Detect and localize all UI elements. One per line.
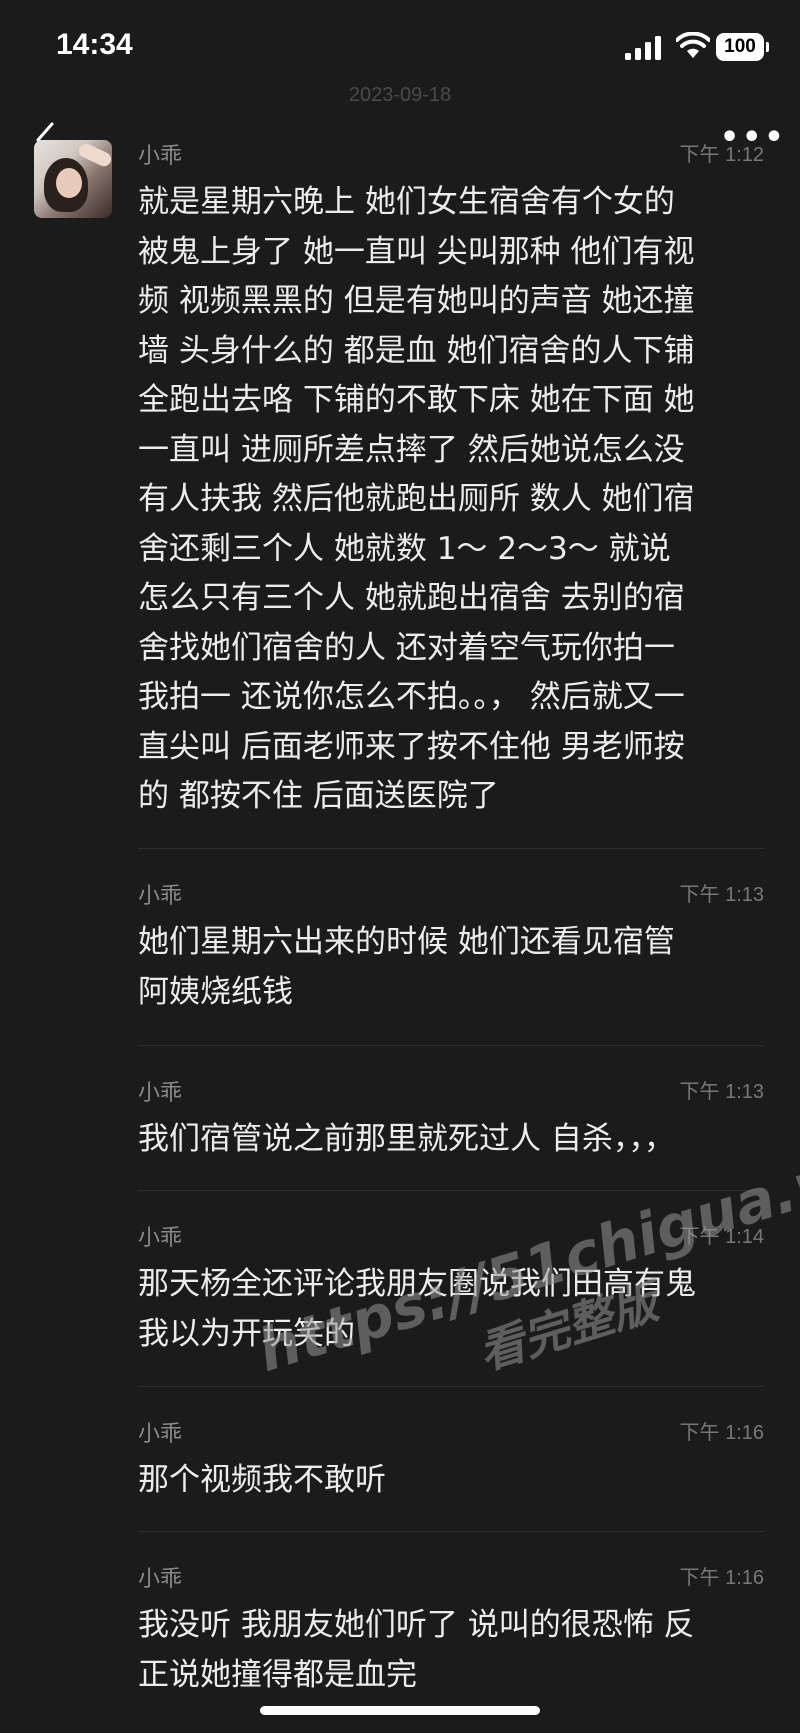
message-time: 下午 1:13 <box>679 884 764 906</box>
message-divider <box>138 1531 764 1532</box>
message-time: 下午 1:16 <box>679 1567 764 1589</box>
message-item: 小乖 下午 1:16 那个视频我不敢听 <box>138 1416 764 1516</box>
message-text: 我们宿管说之前那里就死过人 自杀，，， <box>138 1121 675 1157</box>
date-separator: 2023-09-18 <box>348 84 452 106</box>
avatar[interactable] <box>34 140 112 218</box>
avatar-arm <box>76 141 112 169</box>
message-divider <box>138 848 764 849</box>
battery-cap <box>766 42 769 52</box>
message-divider <box>138 1386 764 1387</box>
battery-icon: 100 <box>716 33 764 61</box>
message-time: 下午 1:13 <box>679 1081 764 1103</box>
message-time: 下午 1:12 <box>679 144 764 166</box>
message-text: 就是星期六晚上 她们女生宿舍有个女的 被鬼上身了 她一直叫 尖叫那种 他们有视 … <box>138 184 695 814</box>
message-divider <box>138 1190 764 1191</box>
message-item: 小乖 下午 1:13 我们宿管说之前那里就死过人 自杀，，， <box>138 1075 764 1175</box>
signal-icon <box>625 36 661 60</box>
wifi-icon <box>676 32 710 58</box>
message-sender[interactable]: 小乖 <box>138 1416 182 1448</box>
message-text: 那天杨全还评论我朋友圈说我们田高有鬼 我以为开玩笑的 <box>138 1266 696 1352</box>
message-item: 小乖 下午 1:14 那天杨全还评论我朋友圈说我们田高有鬼 我以为开玩笑的 <box>138 1220 764 1370</box>
message-item: 小乖 下午 1:13 她们星期六出来的时候 她们还看见宿管 阿姨烧纸钱 <box>138 878 764 1028</box>
message-divider <box>138 1045 764 1046</box>
message-time: 下午 1:14 <box>679 1226 764 1248</box>
message-text: 我没听 我朋友她们听了 说叫的很恐怖 反 正说她撞得都是血完 <box>138 1607 695 1693</box>
avatar-face <box>56 168 82 198</box>
status-time: 14:34 <box>56 28 133 61</box>
message-item: 小乖 下午 1:16 我没听 我朋友她们听了 说叫的很恐怖 反 正说她撞得都是血… <box>138 1561 764 1711</box>
message-time: 下午 1:16 <box>679 1422 764 1444</box>
home-indicator[interactable] <box>260 1706 540 1715</box>
chat-screen: 14:34 100 2023-09-18 ••• 小乖 下午 1:12 就是星期… <box>0 0 800 1733</box>
message-sender[interactable]: 小乖 <box>138 1220 182 1252</box>
message-sender[interactable]: 小乖 <box>138 878 182 910</box>
message-sender[interactable]: 小乖 <box>138 138 182 170</box>
message-text: 她们星期六出来的时候 她们还看见宿管 阿姨烧纸钱 <box>138 924 675 1010</box>
message-text: 那个视频我不敢听 <box>138 1462 386 1498</box>
message-item: 小乖 下午 1:12 就是星期六晚上 她们女生宿舍有个女的 被鬼上身了 她一直叫… <box>138 138 764 838</box>
message-sender[interactable]: 小乖 <box>138 1561 182 1593</box>
message-sender[interactable]: 小乖 <box>138 1075 182 1107</box>
